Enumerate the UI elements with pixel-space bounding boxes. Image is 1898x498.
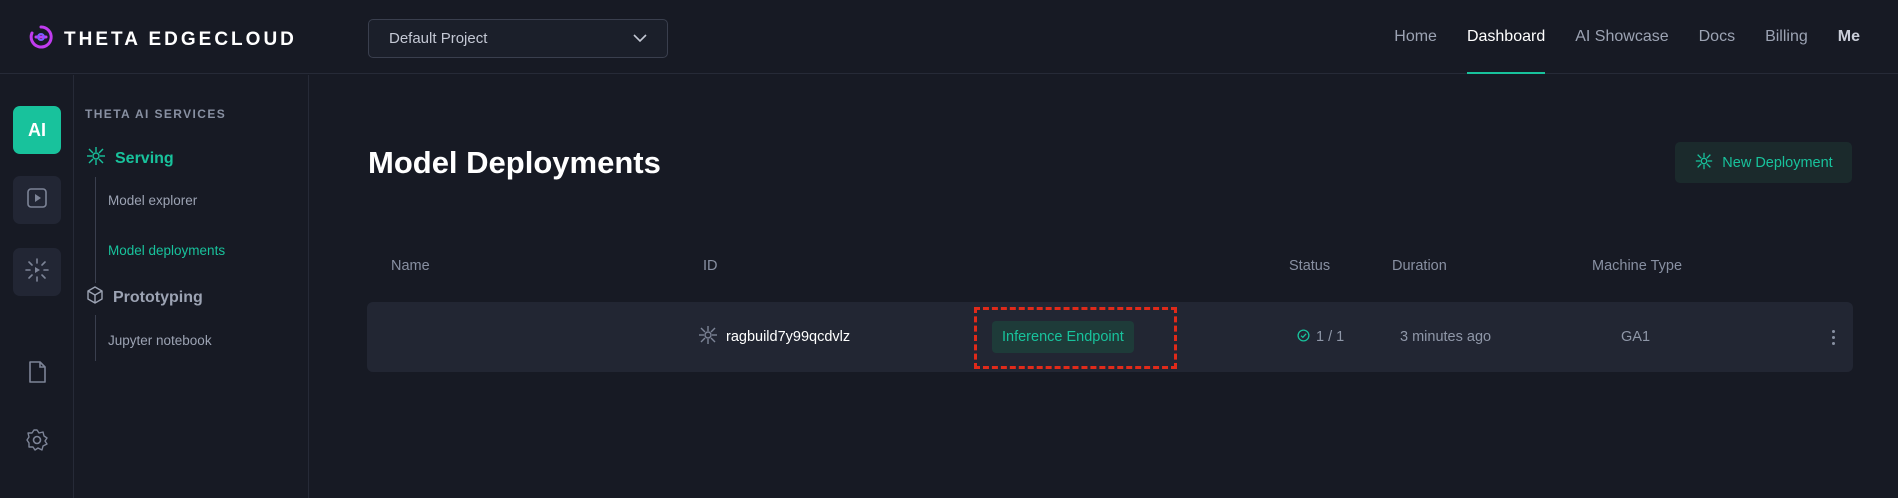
theta-logo-icon	[28, 24, 54, 55]
table-row[interactable]: ragbuild7y99qcdvlz Inference Endpoint 1 …	[367, 302, 1853, 372]
sidebar-group-serving-label: Serving	[115, 149, 174, 167]
new-deployment-button[interactable]: New Deployment	[1675, 142, 1852, 183]
nav-billing[interactable]: Billing	[1765, 0, 1808, 74]
column-header-machine-type: Machine Type	[1592, 258, 1683, 274]
brand-logo[interactable]: THETA EDGECLOUD	[28, 24, 297, 55]
nav-home[interactable]: Home	[1394, 0, 1437, 74]
gear-icon	[25, 428, 49, 457]
sidebar-group-serving[interactable]: Serving	[85, 145, 174, 172]
icon-rail: AI	[0, 75, 74, 498]
chevron-down-icon	[633, 30, 647, 47]
sidebar-group-prototyping[interactable]: Prototyping	[85, 285, 203, 310]
top-bar: THETA EDGECLOUD Default Project Home Das…	[0, 0, 1898, 74]
sidebar-item-model-explorer[interactable]: Model explorer	[108, 193, 197, 208]
document-icon	[26, 360, 48, 389]
play-icon	[25, 186, 49, 215]
highlight-box	[974, 307, 1177, 369]
rail-settings-button[interactable]	[24, 428, 50, 457]
row-machine-type: GA1	[1621, 329, 1651, 345]
prototyping-tree-line	[95, 315, 96, 361]
sidebar-group-prototyping-label: Prototyping	[113, 288, 203, 306]
sidebar-item-model-deployments[interactable]: Model deployments	[108, 243, 225, 258]
more-dot	[1831, 329, 1835, 333]
column-header-name: Name	[391, 258, 430, 274]
row-id-text: ragbuild7y99qcdvlz	[726, 329, 851, 345]
more-dot	[1831, 335, 1835, 339]
project-select[interactable]: Default Project	[368, 19, 668, 58]
serving-tree-line	[95, 177, 96, 283]
column-header-id: ID	[703, 258, 718, 274]
row-id: ragbuild7y99qcdvlz	[697, 302, 850, 372]
rail-ai-label: AI	[28, 119, 46, 140]
row-status: 1 / 1	[1297, 302, 1344, 372]
rail-ai-button[interactable]: AI	[13, 106, 61, 154]
row-duration: 3 minutes ago	[1400, 329, 1492, 345]
main-content: Model Deployments New Deployment Name ID…	[310, 75, 1898, 498]
cube-icon	[85, 285, 105, 310]
more-dot	[1831, 341, 1835, 345]
main-nav: Home Dashboard AI Showcase Docs Billing …	[1394, 0, 1860, 74]
rail-video-button[interactable]	[13, 176, 61, 224]
more-options-icon[interactable]	[1829, 324, 1837, 350]
nav-dashboard[interactable]: Dashboard	[1466, 0, 1546, 74]
row-status-text: 1 / 1	[1316, 329, 1345, 345]
brand-name: THETA EDGECLOUD	[64, 28, 297, 50]
serving-network-icon	[1694, 151, 1714, 175]
new-deployment-label: New Deployment	[1722, 154, 1833, 171]
column-header-status: Status	[1289, 258, 1331, 274]
rail-compute-button[interactable]	[13, 248, 61, 296]
serving-network-icon	[85, 145, 107, 172]
project-select-value: Default Project	[389, 30, 488, 47]
nav-ai-showcase[interactable]: AI Showcase	[1575, 0, 1668, 74]
sidebar-item-jupyter-notebook[interactable]: Jupyter notebook	[108, 333, 212, 348]
sidebar-section-title: THETA AI SERVICES	[85, 107, 227, 121]
services-sidebar: THETA AI SERVICES Serving Model explorer…	[75, 75, 309, 498]
nav-me[interactable]: Me	[1838, 0, 1860, 74]
rail-docs-button[interactable]	[24, 360, 50, 389]
page-title: Model Deployments	[368, 145, 661, 180]
deployment-network-icon	[697, 324, 719, 350]
column-header-duration: Duration	[1392, 258, 1447, 274]
nav-docs[interactable]: Docs	[1699, 0, 1735, 74]
compute-burst-icon	[24, 257, 50, 288]
check-circle-icon	[1297, 328, 1310, 346]
